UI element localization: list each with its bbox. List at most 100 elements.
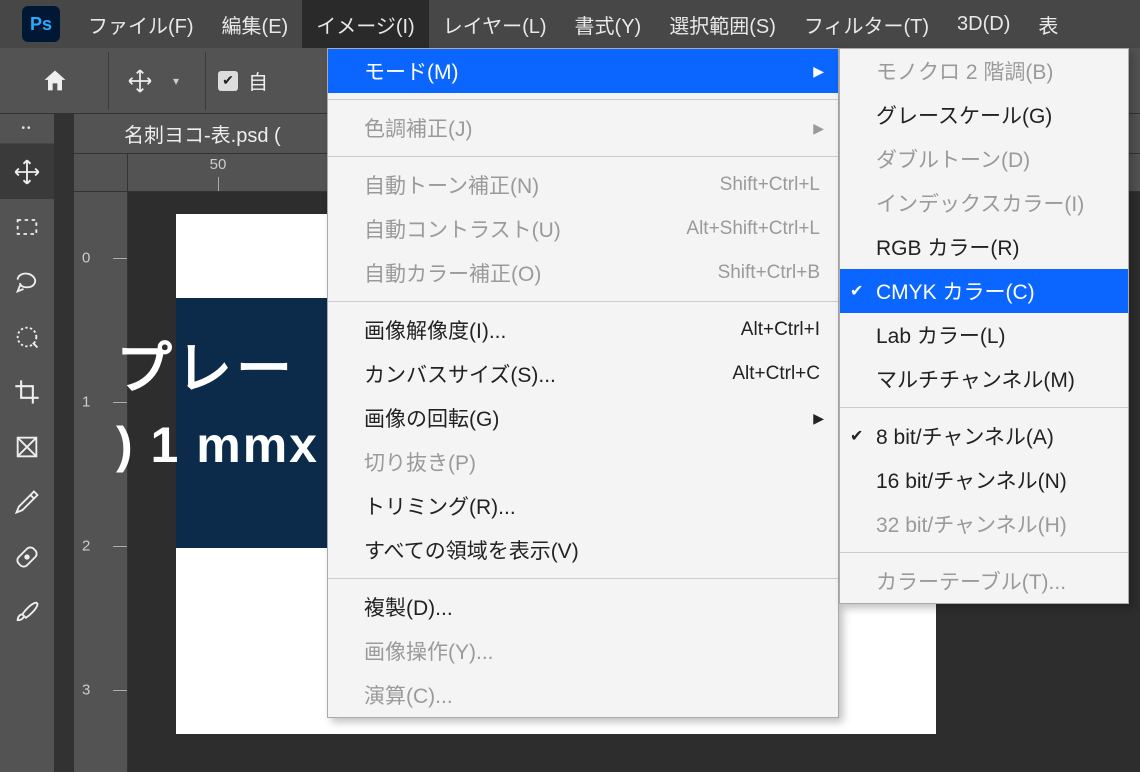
menu-item[interactable]: ✔ 8 bit/チャンネル(A) (840, 414, 1128, 458)
separator (840, 552, 1128, 553)
check-icon: ✔ (850, 426, 863, 446)
home-button[interactable] (30, 56, 80, 106)
ruler-label: 3 (82, 682, 90, 699)
healing-icon (13, 543, 41, 571)
menu-item-label: 切り抜き(P) (364, 447, 476, 477)
tool-preset-button[interactable] (115, 68, 165, 94)
menu-item-label: RGB カラー(R) (876, 232, 1020, 262)
divider (108, 52, 109, 110)
menu-item[interactable]: トリミング(R)... (328, 484, 838, 528)
menu-item-label: トリミング(R)... (364, 491, 516, 521)
menu-item: カラーテーブル(T)... (840, 559, 1128, 603)
tool-move[interactable] (0, 144, 54, 199)
check-icon: ✔ (850, 281, 863, 301)
menu-item[interactable]: マルチチャンネル(M) (840, 357, 1128, 401)
divider (205, 52, 206, 110)
tool-lasso[interactable] (0, 254, 54, 309)
menu-item-label: CMYK カラー(C) (876, 276, 1035, 306)
menu-item: ダブルトーン(D) (840, 137, 1128, 181)
menu-item-label: 画像解像度(I)... (364, 315, 506, 345)
menu-file[interactable]: ファイル(F) (74, 0, 208, 48)
submenu-arrow-icon: ▶ (813, 410, 824, 427)
separator (840, 407, 1128, 408)
menu-filter[interactable]: フィルター(T) (790, 0, 943, 48)
menu-type[interactable]: 書式(Y) (561, 0, 656, 48)
menu-item-label: 自動コントラスト(U) (364, 214, 561, 244)
menu-3d[interactable]: 3D(D) (943, 0, 1024, 48)
menu-item[interactable]: Lab カラー(L) (840, 313, 1128, 357)
separator (328, 578, 838, 579)
separator (328, 301, 838, 302)
menu-item-label: カラーテーブル(T)... (876, 566, 1066, 596)
menu-item-label: 32 bit/チャンネル(H) (876, 509, 1067, 539)
shortcut-label: Alt+Ctrl+I (741, 319, 820, 341)
auto-select-label: 自 (248, 66, 268, 95)
ruler-tick (218, 177, 219, 191)
tool-eyedropper[interactable] (0, 474, 54, 529)
tool-frame[interactable] (0, 419, 54, 474)
menu-item-label: ダブルトーン(D) (876, 144, 1030, 174)
separator (328, 99, 838, 100)
menu-item: 演算(C)... (328, 673, 838, 717)
menu-item-label: マルチチャンネル(M) (876, 364, 1075, 394)
move-icon (127, 68, 153, 94)
menu-item[interactable]: RGB カラー(R) (840, 225, 1128, 269)
tool-marquee[interactable] (0, 199, 54, 254)
submenu-arrow-icon: ▶ (813, 63, 824, 80)
menu-item: 自動コントラスト(U) Alt+Shift+Ctrl+L (328, 207, 838, 251)
menu-item-label: 画像操作(Y)... (364, 636, 494, 666)
home-icon (41, 67, 69, 95)
menu-item: 色調補正(J)▶ (328, 106, 838, 150)
menu-item[interactable]: 複製(D)... (328, 585, 838, 629)
ruler-tick (113, 690, 127, 691)
menu-item-label: 自動トーン補正(N) (364, 170, 539, 200)
banner-text-2: ) 1 mmx (116, 416, 319, 474)
toolbox-handle[interactable]: •• (0, 114, 54, 144)
menu-item[interactable]: 画像解像度(I)... Alt+Ctrl+I (328, 308, 838, 352)
tool-healing[interactable] (0, 529, 54, 584)
separator (328, 156, 838, 157)
menu-item: インデックスカラー(I) (840, 181, 1128, 225)
menu-item-label: モノクロ 2 階調(B) (876, 56, 1053, 86)
ruler-label: 50 (210, 156, 227, 173)
menu-item[interactable]: カンバスサイズ(S)...Alt+Ctrl+C (328, 352, 838, 396)
menu-item-label: 8 bit/チャンネル(A) (876, 421, 1054, 451)
menu-item: 切り抜き(P) (328, 440, 838, 484)
shortcut-label: Shift+Ctrl+B (718, 262, 820, 284)
menu-item: 32 bit/チャンネル(H) (840, 502, 1128, 546)
menu-item[interactable]: ✔ CMYK カラー(C) (840, 269, 1128, 313)
tool-preset-dropdown[interactable]: ▾ (165, 74, 187, 88)
tool-brush[interactable] (0, 584, 54, 639)
menu-item[interactable]: 16 bit/チャンネル(N) (840, 458, 1128, 502)
menu-select[interactable]: 選択範囲(S) (655, 0, 790, 48)
menu-item: 画像操作(Y)... (328, 629, 838, 673)
menu-item[interactable]: 画像の回転(G) ▶ (328, 396, 838, 440)
menu-item-label: インデックスカラー(I) (876, 188, 1084, 218)
menu-extra[interactable]: 表 (1024, 0, 1072, 48)
banner-text-1: プレー (116, 324, 296, 405)
menu-image[interactable]: イメージ(I) (302, 0, 428, 48)
menu-layer[interactable]: レイヤー(L) (429, 0, 561, 48)
ruler-tick (113, 546, 127, 547)
menu-edit[interactable]: 編集(E) (208, 0, 303, 48)
menu-item: 自動トーン補正(N)Shift+Ctrl+L (328, 163, 838, 207)
tool-crop[interactable] (0, 364, 54, 419)
auto-select-checkbox[interactable]: ✔ (218, 71, 238, 91)
tool-quick-select[interactable] (0, 309, 54, 364)
menu-item-label: モード(M) (364, 56, 458, 86)
menu-item-label: 色調補正(J) (364, 113, 473, 143)
ruler-tick (113, 258, 127, 259)
shortcut-label: Alt+Shift+Ctrl+L (686, 218, 820, 240)
menu-item-label: 自動カラー補正(O) (364, 258, 541, 288)
marquee-icon (13, 213, 41, 241)
frame-icon (13, 433, 41, 461)
app-logo[interactable]: Ps (22, 6, 60, 42)
menu-item[interactable]: モード(M) ▶ (328, 49, 838, 93)
menu-item: モノクロ 2 階調(B) (840, 49, 1128, 93)
menu-item[interactable]: すべての領域を表示(V) (328, 528, 838, 572)
menu-item[interactable]: グレースケール(G) (840, 93, 1128, 137)
ruler-label: 2 (82, 538, 90, 555)
menu-item-label: 画像の回転(G) (364, 403, 499, 433)
menubar: Ps ファイル(F) 編集(E) イメージ(I) レイヤー(L) 書式(Y) 選… (0, 0, 1140, 48)
toolbox: •• (0, 114, 54, 772)
